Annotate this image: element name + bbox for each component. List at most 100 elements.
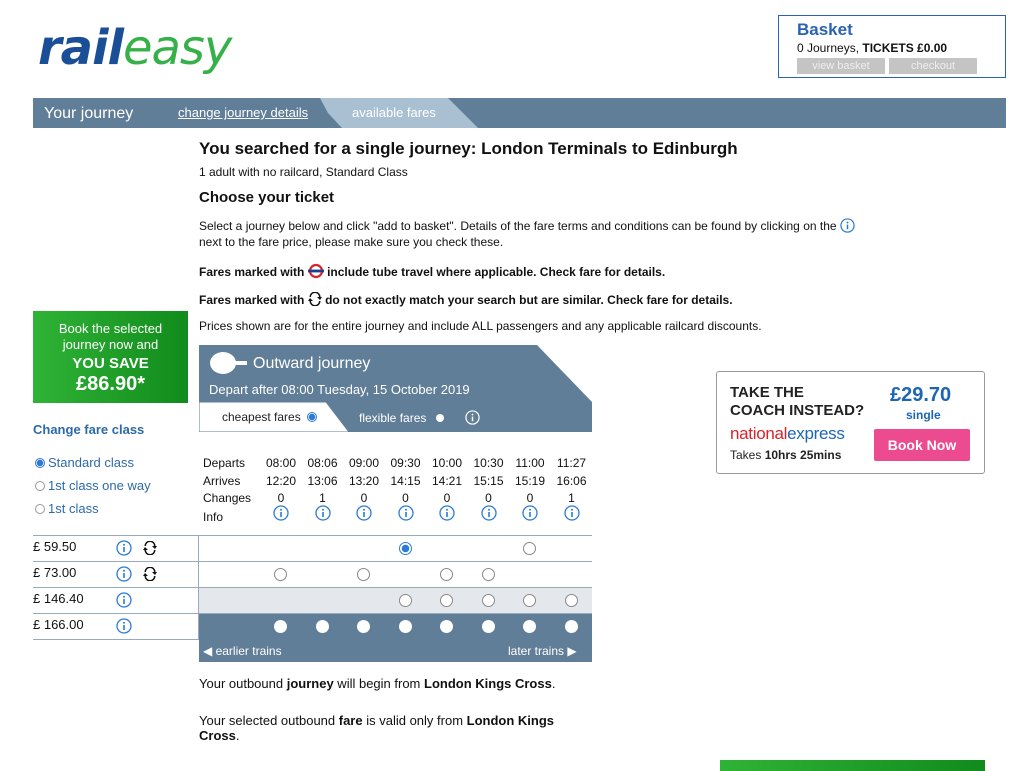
divider	[33, 535, 592, 536]
info-icon[interactable]	[465, 410, 480, 425]
fare-radio[interactable]	[274, 620, 287, 633]
tube-fares-note: Fares marked with include tube travel wh…	[199, 263, 666, 279]
changes-time-cell: 1	[568, 491, 575, 505]
info-icon[interactable]	[314, 505, 331, 521]
divider	[33, 613, 592, 614]
fare-class-1st[interactable]: 1st class	[35, 501, 99, 516]
underground-roundel-icon	[307, 263, 324, 279]
tab-cheapest-fares[interactable]: cheapest fares	[222, 410, 320, 424]
similar-fare-icon	[307, 292, 322, 306]
fare-radio[interactable]	[398, 594, 412, 607]
departs-label: Departs	[203, 456, 246, 470]
checkout-button[interactable]: checkout	[889, 58, 977, 74]
fare-radio[interactable]	[564, 594, 578, 607]
info-icon[interactable]	[397, 505, 414, 521]
info-icon[interactable]	[563, 505, 580, 521]
fare-radio[interactable]	[440, 568, 453, 581]
changes-time-cell: 0	[485, 491, 492, 505]
fare-radio[interactable]	[315, 620, 329, 633]
available-fares-tab[interactable]: available fares	[352, 105, 436, 120]
fare-radio[interactable]	[564, 620, 578, 633]
coach-price: £29.70	[890, 384, 952, 406]
your-journey-title: Your journey	[44, 105, 134, 122]
arrives-time-cell: 15:15	[473, 474, 504, 488]
earlier-trains-link[interactable]: ◀ earlier trains	[203, 644, 282, 658]
fare-price: £ 73.00	[33, 565, 77, 580]
divider	[33, 639, 199, 640]
raileasy-logo[interactable]: raileasy	[38, 20, 232, 76]
info-icon[interactable]	[480, 505, 497, 521]
fare-radio[interactable]	[357, 620, 370, 633]
radio-icon[interactable]	[307, 412, 318, 422]
similar-fare-icon	[143, 541, 157, 555]
info-icon[interactable]	[116, 540, 132, 556]
arrives-time-cell: 12:20	[265, 474, 297, 488]
fare-row-band	[199, 561, 592, 587]
fare-radio[interactable]	[357, 568, 370, 581]
departs-time-cell: 11:00	[515, 456, 545, 470]
arrives-time-cell: 14:21	[431, 474, 463, 488]
change-journey-details-link[interactable]: change journey details	[178, 105, 308, 120]
fare-radio[interactable]	[440, 594, 453, 607]
coach-duration: Takes 10hrs 25mins	[730, 448, 842, 462]
changes-time-cell: 1	[319, 491, 326, 505]
passenger-summary: 1 adult with no railcard, Standard Class	[199, 165, 408, 179]
arrives-time-cell: 16:06	[556, 474, 587, 488]
info-icon[interactable]	[273, 505, 289, 521]
fare-class-standard[interactable]: Standard class	[35, 455, 134, 470]
departs-time-cell: 08:00	[265, 456, 297, 470]
outbound-journey-message: Your outbound journey will begin from Lo…	[199, 676, 556, 691]
info-icon[interactable]	[840, 218, 855, 233]
info-icon[interactable]	[116, 618, 132, 634]
fare-radio[interactable]	[440, 620, 453, 633]
fare-radio[interactable]	[481, 594, 495, 607]
fare-price: £ 166.00	[33, 617, 84, 632]
national-express-logo: nationalexpress	[730, 424, 845, 443]
info-icon[interactable]	[116, 592, 132, 608]
later-trains-link[interactable]: later trains ▶	[508, 644, 577, 658]
departs-time-cell: 08:06	[307, 456, 338, 470]
fare-radio[interactable]	[523, 620, 536, 633]
info-icon[interactable]	[356, 505, 372, 521]
divider	[198, 535, 199, 639]
change-fare-class-title: Change fare class	[33, 422, 145, 437]
departs-time-cell: 10:30	[473, 456, 504, 470]
outward-journey-title: Outward journey	[253, 355, 371, 372]
info-icon[interactable]	[439, 505, 455, 521]
radio-icon[interactable]	[35, 504, 45, 514]
fare-radio[interactable]	[398, 542, 412, 555]
fare-radio[interactable]	[481, 568, 495, 581]
info-icon[interactable]	[116, 566, 132, 582]
fare-radio[interactable]	[481, 620, 495, 633]
coach-ad-heading: TAKE THE COACH INSTEAD?	[730, 384, 865, 419]
divider	[33, 561, 592, 562]
arrives-label: Arrives	[203, 474, 241, 488]
view-basket-button[interactable]: view basket	[797, 58, 885, 74]
fare-class-1st-one-way[interactable]: 1st class one way	[35, 478, 151, 493]
basket-panel: Basket 0 Journeys, TICKETS £0.00 view ba…	[778, 15, 1006, 78]
tab-flexible-fares[interactable]: flexible fares	[359, 410, 480, 425]
departs-time-cell: 09:00	[348, 456, 380, 470]
choose-ticket-heading: Choose your ticket	[199, 189, 335, 206]
savings-amount: £86.90*	[76, 373, 145, 395]
arrives-time-cell: 14:15	[390, 474, 421, 488]
changes-label: Changes	[203, 491, 252, 505]
savings-banner: Book the selected journey now and YOU SA…	[33, 311, 188, 403]
fare-radio[interactable]	[523, 594, 536, 607]
departs-time-cell: 11:27	[556, 456, 587, 470]
radio-icon[interactable]	[35, 458, 45, 468]
fare-radio[interactable]	[274, 568, 287, 581]
book-coach-button[interactable]: Book Now	[874, 429, 970, 461]
fare-radio[interactable]	[398, 620, 412, 633]
fare-price: £ 146.40	[33, 591, 84, 606]
fare-radio[interactable]	[523, 542, 536, 555]
info-icon[interactable]	[522, 505, 538, 521]
radio-icon[interactable]	[435, 414, 444, 422]
radio-icon[interactable]	[35, 481, 45, 491]
similar-fares-note: Fares marked with do not exactly match y…	[199, 292, 733, 307]
add-to-basket-button[interactable]	[720, 760, 985, 771]
info-label: Info	[203, 510, 224, 524]
prices-note: Prices shown are for the entire journey …	[199, 319, 762, 333]
arrives-time-cell: 15:19	[514, 474, 546, 488]
similar-fare-icon	[143, 567, 157, 581]
